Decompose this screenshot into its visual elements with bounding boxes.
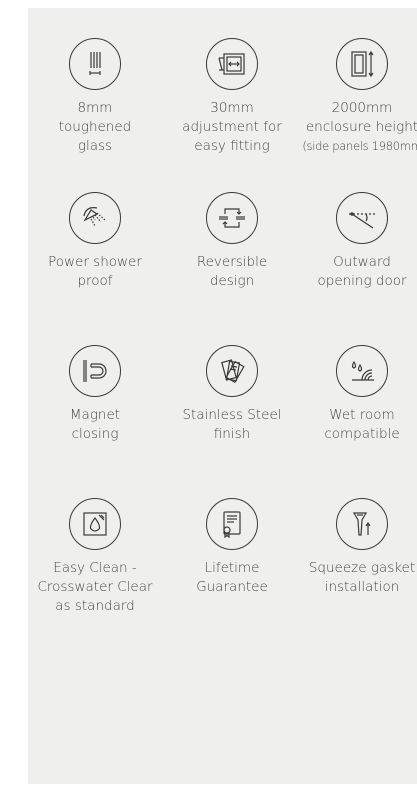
squeeze-gasket-icon [336,498,388,550]
feature-steel-finish: Stainless Steel finish [170,345,294,444]
wet-room-icon [336,345,388,397]
outward-door-icon [336,192,388,244]
guarantee-icon [206,498,258,550]
adjustment-icon [206,38,258,90]
feature-guarantee: Lifetime Guarantee [170,498,294,597]
feature-label: Power shower proof [48,254,142,289]
feature-label: 30mm adjustment for easy fitting [182,100,282,154]
feature-reversible: Reversible design [170,192,294,291]
easy-clean-icon [69,498,121,550]
feature-label: Stainless Steel finish [182,407,282,442]
shower-head-icon [69,192,121,244]
feature-glass: 8mm toughened glass [33,38,157,156]
feature-squeeze-gasket: Squeeze gasket installation [300,498,417,597]
feature-label: Squeeze gasket installation [308,560,416,595]
feature-magnet: Magnet closing [33,345,157,444]
reversible-icon [206,192,258,244]
magnet-icon [69,345,121,397]
feature-outward-door: Outward opening door [300,192,417,291]
glass-thickness-icon [69,38,121,90]
feature-easy-clean: Easy Clean - Crosswater Clear as standard [33,498,157,616]
feature-enclosure-height: 2000mm enclosure height (side panels 1980m… [300,38,417,156]
feature-adjustment: 30mm adjustment for easy fitting [170,38,294,156]
feature-label: Wet room compatible [324,407,400,442]
feature-label: Outward opening door [317,254,407,289]
feature-label: 2000mm enclosure height (side panels 1980m… [302,100,417,153]
feature-label: Lifetime Guarantee [196,560,268,595]
steel-finish-icon [206,345,258,397]
feature-label: Reversible design [196,254,268,289]
feature-label: Magnet closing [69,407,121,442]
feature-power-shower: Power shower proof [33,192,157,291]
feature-wet-room: Wet room compatible [300,345,417,444]
feature-label: Easy Clean - Crosswater Clear as standard [37,560,153,614]
feature-label: 8mm toughened glass [58,100,132,154]
enclosure-height-icon [336,38,388,90]
